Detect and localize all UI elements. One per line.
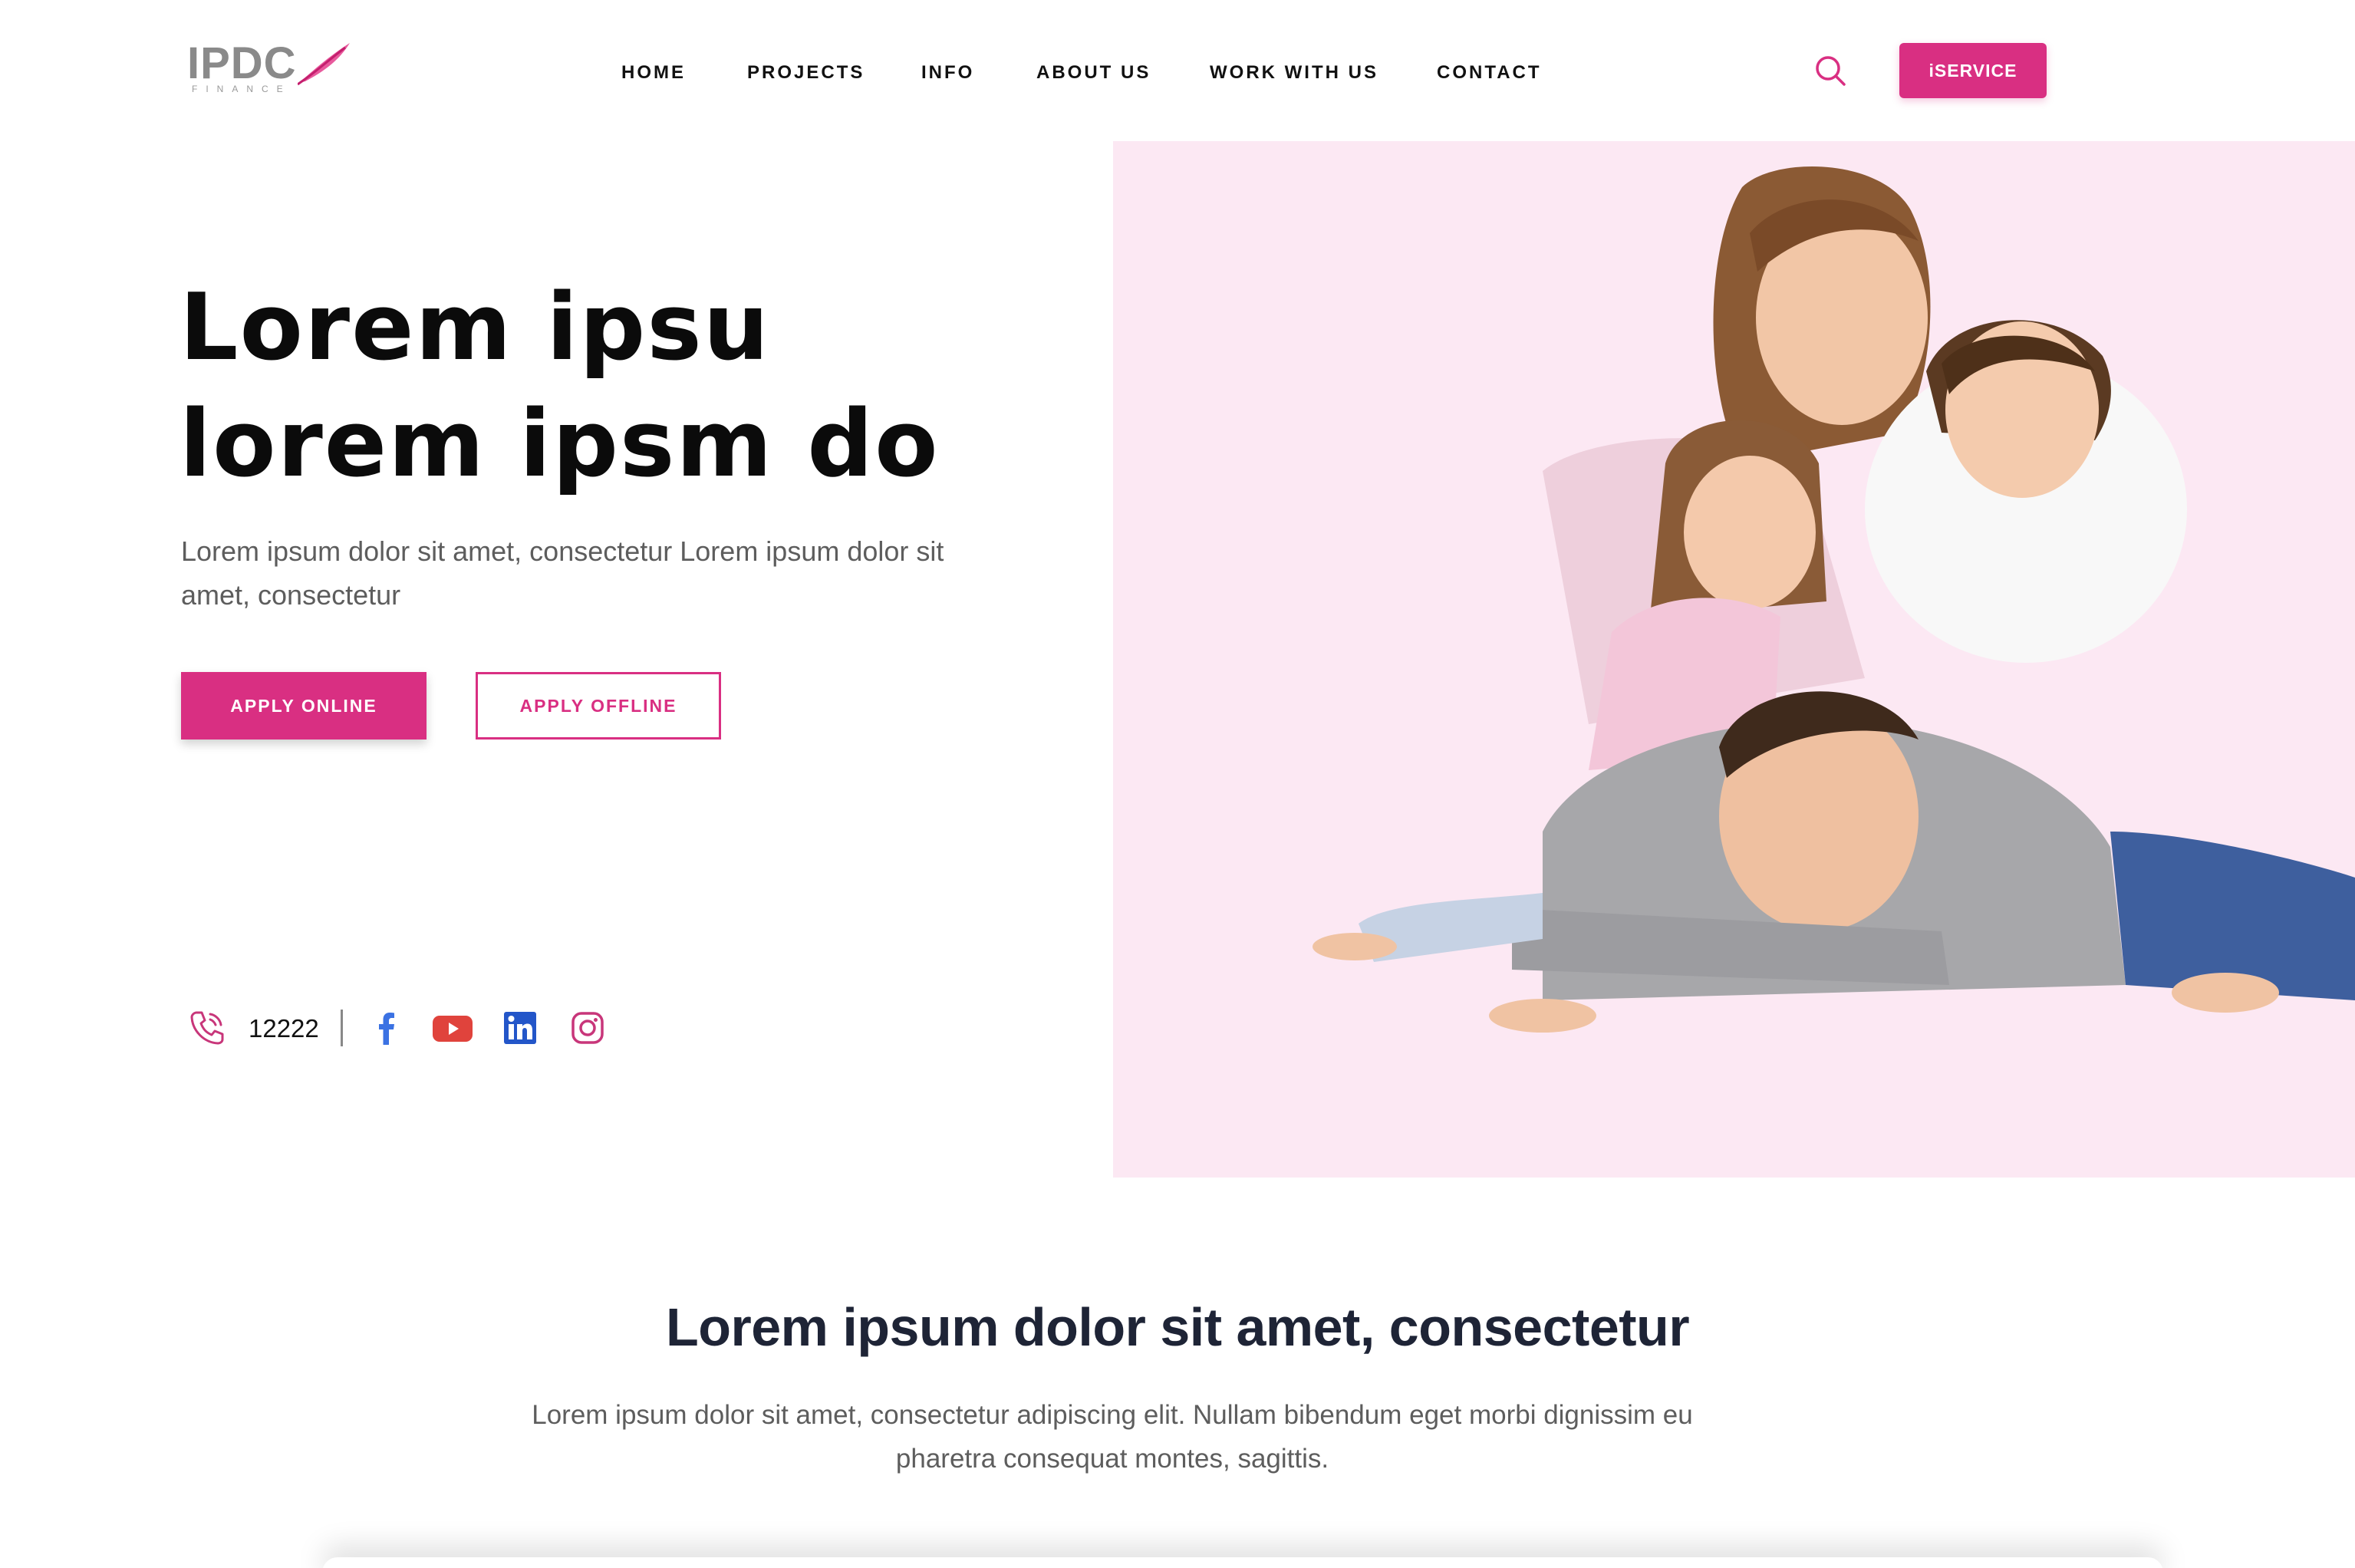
contact-divider <box>341 1010 343 1046</box>
hero-title-line-1: Lorem ipsu <box>180 275 771 381</box>
hero-description: Lorem ipsum dolor sit amet, consectetur … <box>181 535 944 611</box>
phone-icon[interactable] <box>187 1008 227 1048</box>
nav-about-us[interactable]: ABOUT US <box>1036 59 1151 87</box>
linkedin-icon[interactable] <box>502 1010 539 1046</box>
section-description: Lorem ipsum dolor sit amet, consectetur … <box>532 1400 1693 1474</box>
nav-contact[interactable]: CONTACT <box>1437 59 1542 87</box>
instagram-icon[interactable] <box>569 1010 606 1046</box>
iservice-button[interactable]: iSERVICE <box>1899 43 2047 98</box>
nav-home[interactable]: HOME <box>621 59 686 87</box>
youtube-icon[interactable] <box>431 1010 474 1046</box>
section-title: Lorem ipsum dolor sit amet, consectetur <box>665 1297 1690 1357</box>
apply-online-button[interactable]: APPLY ONLINE <box>181 672 427 740</box>
nav-info[interactable]: INFO <box>921 59 974 87</box>
phone-number[interactable]: 12222 <box>249 1014 319 1043</box>
nav-work-with-us[interactable]: WORK WITH US <box>1210 59 1378 87</box>
search-icon[interactable] <box>1813 54 1847 87</box>
apply-offline-button[interactable]: APPLY OFFLINE <box>476 672 721 740</box>
hero-title-line-2: lorem ipsm do <box>180 391 940 498</box>
card-edge <box>322 1557 2163 1568</box>
family-illustration <box>1313 166 2355 1033</box>
facebook-icon[interactable] <box>368 1010 405 1046</box>
nav-projects[interactable]: PROJECTS <box>747 59 865 87</box>
hero-title: Lorem ipsu lorem ipsm do <box>180 270 1023 503</box>
hero-family-image <box>1113 141 2355 1178</box>
